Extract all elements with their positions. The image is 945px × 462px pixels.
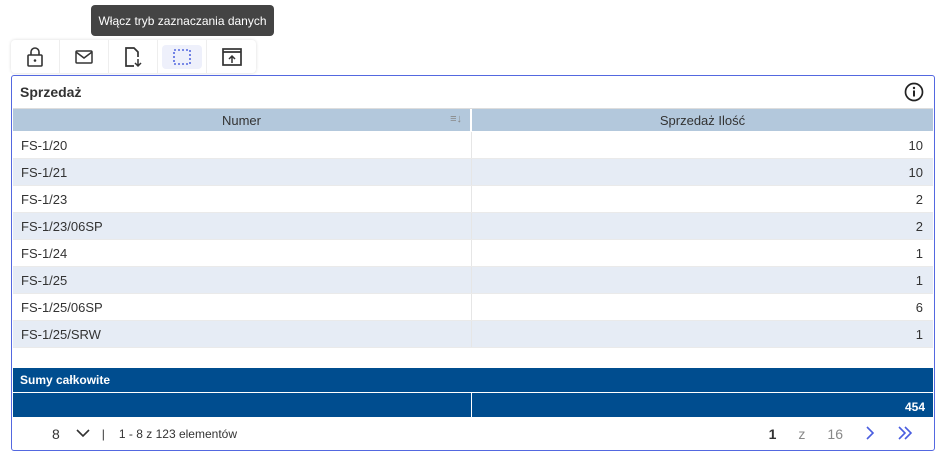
- pagination: 8 | 1 - 8 z 123 elementów 1 z 16: [13, 418, 933, 450]
- info-icon: [904, 82, 924, 102]
- totals-header: Sumy całkowite: [13, 368, 933, 392]
- cell-qty: 2: [915, 218, 923, 234]
- sales-panel: Sprzedaż Numer ≡↓ Sprzedaż Ilość FS-1/20 1…: [11, 75, 935, 451]
- last-page-icon[interactable]: [897, 425, 913, 443]
- separator: |: [101, 427, 105, 441]
- table-header: Numer ≡↓ Sprzedaż Ilość: [13, 108, 933, 131]
- lock-icon: [27, 46, 43, 67]
- tooltip: Włącz tryb zaznaczania danych: [91, 5, 274, 36]
- selection-mode-button[interactable]: [158, 40, 207, 73]
- cell-qty: 10: [908, 164, 923, 180]
- table-row[interactable]: FS-1/25 1: [13, 267, 933, 294]
- cell-numer: FS-1/24: [13, 240, 472, 266]
- column-header-ilosc[interactable]: Sprzedaż Ilość: [472, 109, 933, 131]
- panel-title: Sprzedaż: [20, 84, 82, 100]
- sort-icon[interactable]: ≡↓: [450, 113, 462, 125]
- totals-value: 454: [904, 400, 925, 414]
- table-row[interactable]: FS-1/21 10: [13, 159, 933, 186]
- cell-qty: 1: [915, 272, 923, 288]
- download-button[interactable]: [109, 40, 158, 73]
- table-row[interactable]: FS-1/25/SRW 1: [13, 321, 933, 348]
- cell-qty: 2: [915, 191, 923, 207]
- mail-icon: [75, 49, 93, 64]
- current-page[interactable]: 1: [769, 426, 777, 442]
- cell-numer: FS-1/20: [13, 132, 472, 158]
- table-row[interactable]: FS-1/23/06SP 2: [13, 213, 933, 240]
- table-body: FS-1/20 10 FS-1/21 10 FS-1/23 2 FS-1/23/06S…: [13, 132, 933, 348]
- cell-qty: 1: [915, 245, 923, 261]
- cell-numer: FS-1/23: [13, 186, 472, 212]
- cell-numer: FS-1/25: [13, 267, 472, 293]
- file-download-icon: [125, 46, 142, 67]
- selection-icon: [173, 48, 191, 65]
- cell-numer: FS-1/25/SRW: [13, 321, 472, 347]
- table-row[interactable]: FS-1/20 10: [13, 132, 933, 159]
- cell-numer: FS-1/25/06SP: [13, 294, 472, 320]
- page-size-select[interactable]: 8: [52, 426, 60, 442]
- export-button[interactable]: [207, 40, 256, 73]
- column-header-numer[interactable]: Numer ≡↓: [13, 109, 472, 131]
- toolbar: [11, 40, 256, 73]
- total-pages: 16: [827, 426, 843, 442]
- of-label: z: [798, 426, 806, 442]
- export-icon: [221, 47, 242, 66]
- lock-button[interactable]: [11, 40, 60, 73]
- table-row[interactable]: FS-1/24 1: [13, 240, 933, 267]
- cell-qty: 1: [915, 326, 923, 342]
- cell-qty: 6: [915, 299, 923, 315]
- table-row[interactable]: FS-1/25/06SP 6: [13, 294, 933, 321]
- info-button[interactable]: [904, 82, 924, 105]
- totals-row: 454: [13, 393, 933, 417]
- cell-numer: FS-1/21: [13, 159, 472, 185]
- column-label: Sprzedaż Ilość: [659, 112, 746, 128]
- table-row[interactable]: FS-1/23 2: [13, 186, 933, 213]
- column-label: Numer: [221, 112, 261, 128]
- next-page-icon[interactable]: [865, 425, 875, 443]
- range-text: 1 - 8 z 123 elementów: [118, 427, 237, 441]
- cell-numer: FS-1/23/06SP: [13, 213, 472, 239]
- mail-button[interactable]: [60, 40, 109, 73]
- cell-qty: 10: [908, 137, 923, 153]
- chevron-down-icon[interactable]: [76, 427, 90, 441]
